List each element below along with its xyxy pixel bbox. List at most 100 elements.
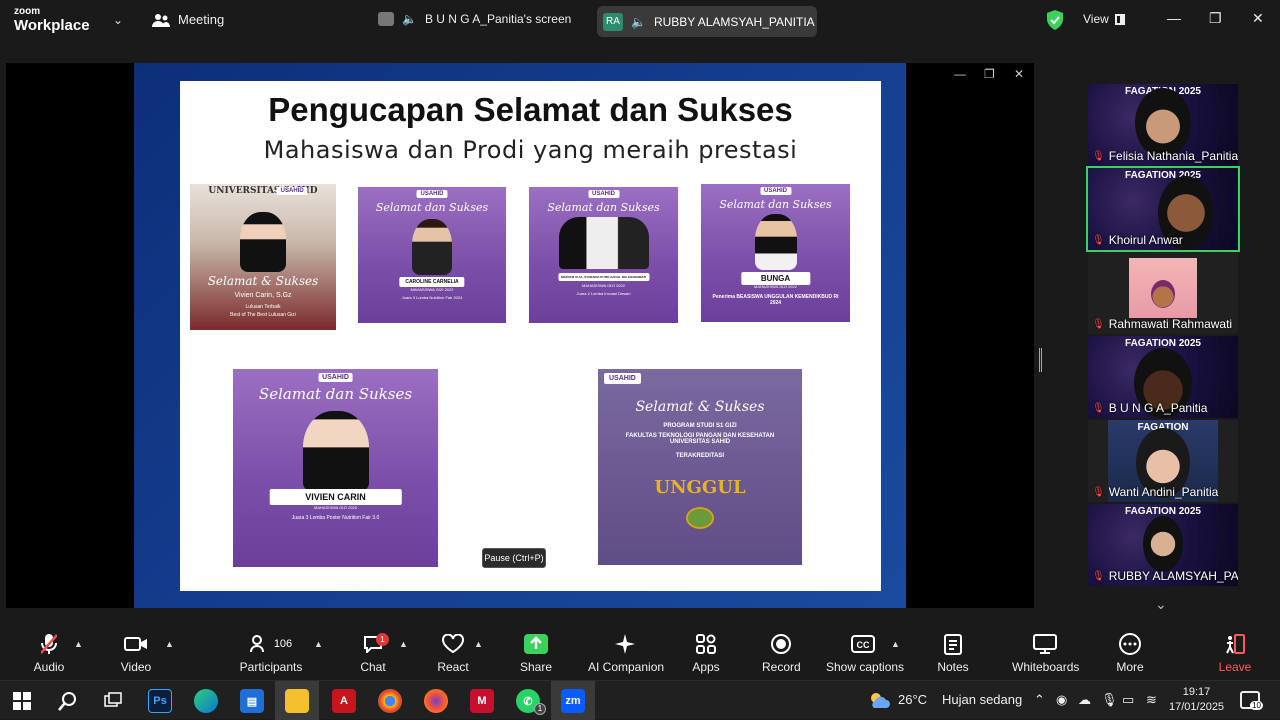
meeting-toolbar: Audio ▲ Video ▲ 106 Participants ▲ Chat … [0,627,1280,680]
participant-tile[interactable]: FAGATION 2025 🎙︎ B U N G A_Panitia [1088,336,1238,418]
mic-muted-icon: 🎙︎ [1092,318,1105,330]
firefox-icon[interactable] [424,689,448,713]
audio-options-caret[interactable]: ▲ [74,639,83,649]
zoom-taskbar-icon[interactable]: zm [561,689,585,713]
poster-name: PROGRAM STUDI S1 GIZI [663,423,737,429]
poster-heading: Selamat & Sukses [207,274,319,288]
participant-tile[interactable]: FAGATION 🎙︎Wanti Andini_Panitia [1088,420,1238,502]
background-text: FAGATION 2025 [1125,170,1201,181]
participant-name-row: 🎙︎ Khoirul Anwar [1092,233,1183,247]
title-bar: zoom Workplace ⌄ Meeting 🔈 B U N G A_Pan… [0,0,1280,42]
poster-footer [701,322,850,330]
slide-background: Pengucapan Selamat dan Sukses Mahasiswa … [134,63,906,608]
poster-logo: USAHID [318,373,353,382]
minimize-icon[interactable]: — [1167,10,1181,26]
video-button[interactable]: Video [116,632,156,674]
wifi-icon[interactable]: ≋ [1146,692,1157,708]
restore-icon[interactable]: ❐ [1209,10,1222,27]
search-icon[interactable] [56,689,80,713]
grid-icon [1114,13,1125,25]
poster-banner: UNIVERSITAS SAHID [208,186,318,196]
chat-options-caret[interactable]: ▲ [399,639,408,649]
weather-icon[interactable] [868,690,890,710]
poster-extra: Juara 2 Lomba Inovasi Desain [576,291,631,296]
whiteboards-button[interactable]: Whiteboards [1012,632,1079,674]
close-share-icon[interactable]: ✕ [1014,67,1024,81]
minimize-share-icon[interactable]: — [954,67,966,81]
participant-tile-active-speaker[interactable]: FAGATION 2025 🎙︎ Khoirul Anwar [1086,166,1240,252]
edge-icon[interactable] [194,689,218,713]
captions-options-caret[interactable]: ▲ [891,639,900,649]
splitter-handle[interactable] [1039,348,1042,372]
participant-face [1151,280,1175,308]
shared-screen-tab[interactable]: 🔈 B U N G A_Panitia's screen [378,12,571,26]
audio-button[interactable]: Audio [30,632,68,674]
participant-name-row: 🎙︎ B U N G A_Panitia [1092,401,1207,415]
weather-temp[interactable]: 26°C [898,692,927,707]
weather-desc[interactable]: Hujan sedang [942,692,1022,707]
acrobat-icon[interactable]: A [332,689,356,713]
react-button[interactable]: React [436,632,470,674]
share-button[interactable]: Share [518,632,554,674]
video-options-caret[interactable]: ▲ [165,639,174,649]
battery-icon[interactable]: ▭ [1122,692,1134,708]
more-button[interactable]: More [1114,632,1146,674]
system-clock[interactable]: 19:17 17/01/2025 [1169,685,1224,715]
participant-tile[interactable]: 🎙︎ Rahmawati Rahmawati [1088,252,1238,334]
microphone-tray-icon[interactable]: 🎙︎ [1101,692,1118,708]
ai-companion-button[interactable]: AI Companion [588,632,665,674]
poster-card: USAHID Selamat dan Sukses MARYAM ULYA, S… [529,187,678,331]
poster-logo: USAHID [604,373,641,384]
chat-button[interactable]: Chat 1 [356,632,390,674]
poster-role: MAHASISWA GIZI 2022 [410,287,454,292]
speaker-name: RUBBY ALAMSYAH_PANITIA [653,14,815,29]
audio-label: Audio [33,660,65,674]
zoom-workplace-logo[interactable]: zoom Workplace [14,7,90,34]
task-view-icon[interactable] [101,689,125,713]
participant-tile[interactable]: FAGATION 2025 🎙︎Felisia Nathania_Panitia [1088,84,1238,166]
participant-name: Khoirul Anwar [1108,233,1183,247]
windows-start-icon[interactable] [10,689,34,713]
poster-name: CAROLINE CARNELIA [399,277,465,287]
react-options-caret[interactable]: ▲ [474,639,483,649]
windows-taskbar: Ps ▤ A M ✆ 1 zm 26°C Hujan sedang ⌃ ◉ ☁ … [0,680,1280,720]
clock-date: 17/01/2025 [1169,701,1225,713]
notes-button[interactable]: Notes [936,632,970,674]
speaker-icon: 🔈 [402,12,417,26]
apps-button[interactable]: Apps [690,632,722,674]
participants-options-caret[interactable]: ▲ [314,639,323,649]
poster-extra: Best of The Best Lulusan Gizi [230,312,296,318]
store-icon[interactable]: ▤ [240,689,264,713]
file-explorer-icon[interactable] [285,689,309,713]
participants-button[interactable]: 106 Participants [238,632,304,674]
tray-chevron-up-icon[interactable]: ⌃ [1034,692,1045,708]
record-button[interactable]: Record [762,632,801,674]
show-captions-button[interactable]: CC Show captions [826,632,904,674]
leave-button[interactable]: Leave [1218,632,1252,674]
gallery-scroll-down-icon[interactable]: ⌄ [1155,596,1167,613]
poster-logo: USAHID [759,187,792,195]
ai-companion-label: AI Companion [588,660,665,674]
chevron-down-icon[interactable]: ⌄ [113,13,123,27]
poster-role: MAHASISWA GIZI 2022 [754,284,797,289]
network-cloud-icon[interactable]: ☁ [1078,692,1091,708]
security-shield-icon[interactable] [1046,10,1064,30]
whatsapp-badge: 1 [534,703,546,715]
restore-share-icon[interactable]: ❐ [984,67,995,81]
speaker-icon: 🔈 [631,14,646,29]
person-photo [302,411,369,491]
record-tray-icon[interactable]: ◉ [1056,692,1067,708]
meeting-menu[interactable]: Meeting [152,12,224,27]
brand-main: Workplace [14,17,90,34]
mendeley-icon[interactable]: M [470,689,494,713]
chat-unread-badge: 1 [376,633,389,646]
participant-name: Wanti Andini_Panitia [1108,485,1219,499]
leave-label: Leave [1218,660,1252,674]
photoshop-icon[interactable]: Ps [148,689,172,713]
chrome-icon[interactable] [378,689,402,713]
view-button[interactable]: View [1083,12,1125,26]
laurel-badge [686,507,714,529]
active-speaker-pill[interactable]: RA 🔈 RUBBY ALAMSYAH_PANITIA [597,6,817,37]
close-icon[interactable]: ✕ [1252,10,1264,27]
participant-tile[interactable]: FAGATION 2025 🎙︎ RUBBY ALAMSYAH_PA... [1088,504,1238,586]
